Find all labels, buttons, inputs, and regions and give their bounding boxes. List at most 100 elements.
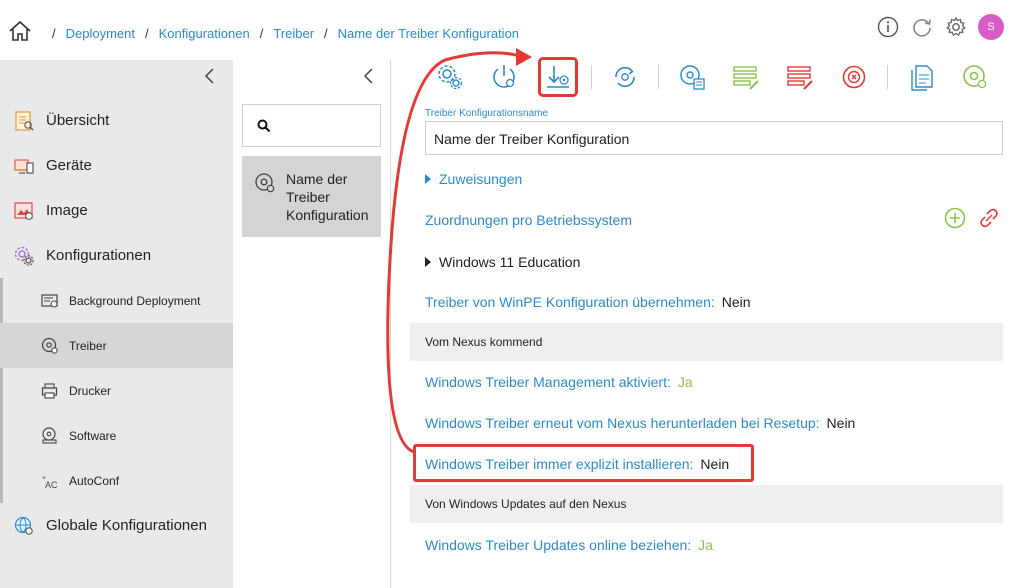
assignments-label: Zuweisungen (439, 171, 523, 187)
sidebar-subitem-label: Software (69, 428, 117, 443)
svg-text:AC: AC (45, 480, 58, 490)
sidebar-item-autoconf[interactable]: + AC AutoConf (0, 458, 233, 503)
devices-icon (12, 154, 36, 178)
cancel-circle-icon[interactable] (837, 60, 871, 94)
background-deployment-icon (40, 291, 60, 311)
sidebar-subitems: Background Deployment Treiber Drucker So… (0, 278, 233, 503)
redownload-row: Windows Treiber erneut vom Nexus herunte… (425, 415, 855, 431)
winpe-label: Treiber von WinPE Konfiguration übernehm… (425, 294, 715, 310)
os-mappings-row: Zuordnungen pro Betriebssystem (425, 212, 632, 228)
os-entry-label: Windows 11 Education (439, 254, 581, 270)
section-header-nexus: Vom Nexus kommend (410, 323, 1003, 361)
sidebar-item-treiber[interactable]: Treiber (0, 323, 233, 368)
config-list-item-label: Name der Treiber Konfiguration (286, 171, 369, 223)
breadcrumb-separator: / (259, 26, 264, 41)
download-driver-icon[interactable] (538, 57, 578, 97)
breadcrumb-separator: / (145, 26, 149, 41)
section-header-updates: Von Windows Updates auf den Nexus (410, 485, 1003, 523)
os-entry-toggle[interactable]: Windows 11 Education (425, 254, 580, 270)
toolbar-divider (887, 65, 888, 89)
sidebar-item-drucker[interactable]: Drucker (0, 368, 233, 413)
mgmt-value[interactable]: Ja (678, 374, 693, 390)
online-updates-value[interactable]: Ja (698, 537, 713, 553)
search-input[interactable] (242, 104, 381, 147)
info-icon[interactable] (876, 15, 900, 39)
sidebar-nav: Übersicht Geräte Image Konfigurationen B… (0, 98, 233, 548)
mgmt-row: Windows Treiber Management aktiviert: Ja (425, 374, 693, 390)
sidebar-item-konfigurationen[interactable]: Konfigurationen (0, 233, 233, 278)
breadcrumb-separator: / (52, 26, 56, 41)
breadcrumb-deployment[interactable]: Deployment (66, 26, 135, 41)
sidebar-item-geraete[interactable]: Geräte (0, 143, 233, 188)
breadcrumb-konfigurationen[interactable]: Konfigurationen (159, 26, 250, 41)
collapse-list-icon[interactable] (359, 66, 379, 86)
toolbar-divider (658, 65, 659, 89)
autoconf-icon: + AC (40, 471, 60, 491)
sidebar-item-uebersicht[interactable]: Übersicht (0, 98, 233, 143)
os-mapping-actions (944, 207, 1000, 234)
sidebar-item-image[interactable]: Image (0, 188, 233, 233)
sidebar-item-software[interactable]: Software (0, 413, 233, 458)
overview-icon (12, 109, 36, 133)
sync-driver-icon[interactable] (608, 60, 642, 94)
add-circle-icon[interactable] (944, 207, 966, 234)
expand-caret-icon (425, 257, 431, 267)
os-mappings-label: Zuordnungen pro Betriebssystem (425, 212, 632, 228)
sidebar-item-label: Globale Konfigurationen (46, 517, 207, 534)
driver-icon (254, 172, 276, 194)
toolbar (433, 57, 1012, 97)
redownload-value[interactable]: Nein (827, 415, 856, 431)
copy-document-icon[interactable] (904, 60, 938, 94)
winpe-row: Treiber von WinPE Konfiguration übernehm… (425, 294, 751, 310)
refresh-icon[interactable] (910, 15, 934, 39)
search-icon (257, 119, 271, 138)
online-updates-label: Windows Treiber Updates online beziehen: (425, 537, 692, 553)
top-icons: S (876, 14, 1004, 40)
collapse-sidebar-icon[interactable] (200, 66, 220, 86)
driver-store-icon[interactable] (675, 60, 709, 94)
configurations-icon (12, 244, 36, 268)
sidebar-item-label: Übersicht (46, 112, 110, 129)
power-sync-icon[interactable] (487, 60, 521, 94)
redownload-label: Windows Treiber erneut vom Nexus herunte… (425, 415, 820, 431)
mgmt-label: Windows Treiber Management aktiviert: (425, 374, 671, 390)
list-edit-red-icon[interactable] (783, 60, 817, 94)
software-icon (40, 426, 60, 446)
list-edit-green-icon[interactable] (729, 60, 763, 94)
breadcrumb-current[interactable]: Name der Treiber Konfiguration (338, 26, 519, 41)
top-bar: / Deployment / Konfigurationen / Treiber… (0, 0, 1012, 60)
breadcrumb-separator: / (324, 26, 328, 41)
highlight-box (413, 444, 754, 482)
toolbar-divider (591, 65, 592, 89)
config-detail: Treiber Konfigurationsname Name der Trei… (410, 100, 1004, 588)
settings-gears-icon[interactable] (433, 60, 467, 94)
sidebar-subitem-label: Background Deployment (69, 293, 201, 308)
expand-caret-icon (425, 174, 431, 184)
config-list-pane: Name der Treiber Konfiguration (233, 60, 391, 588)
breadcrumb-treiber[interactable]: Treiber (273, 26, 314, 41)
winpe-value[interactable]: Nein (722, 294, 751, 310)
sidebar-subitem-label: Drucker (69, 383, 112, 398)
sidebar-subitem-label: Treiber (69, 338, 107, 353)
online-updates-row: Windows Treiber Updates online beziehen:… (425, 537, 713, 553)
image-icon (12, 199, 36, 223)
home-icon[interactable] (8, 19, 32, 43)
sidebar-item-label: Geräte (46, 157, 92, 174)
avatar[interactable]: S (978, 14, 1004, 40)
sidebar-item-background-deployment[interactable]: Background Deployment (0, 278, 233, 323)
breadcrumb: / Deployment / Konfigurationen / Treiber… (42, 26, 519, 41)
globe-gear-icon (12, 514, 36, 538)
driver-icon (40, 336, 60, 356)
sidebar-item-globale-konfigurationen[interactable]: Globale Konfigurationen (0, 503, 233, 548)
sidebar: Übersicht Geräte Image Konfigurationen B… (0, 60, 233, 588)
unlink-icon[interactable] (978, 207, 1000, 234)
assignments-toggle[interactable]: Zuweisungen (425, 171, 522, 187)
name-field-label: Treiber Konfigurationsname (425, 108, 549, 119)
sidebar-item-label: Konfigurationen (46, 247, 152, 264)
driver-green-icon[interactable] (958, 60, 992, 94)
sidebar-subitem-label: AutoConf (69, 473, 120, 488)
config-name-field[interactable]: Name der Treiber Konfiguration (425, 121, 1003, 155)
config-list-item[interactable]: Name der Treiber Konfiguration (242, 156, 381, 237)
printer-icon (40, 381, 60, 401)
settings-gear-icon[interactable] (944, 15, 968, 39)
